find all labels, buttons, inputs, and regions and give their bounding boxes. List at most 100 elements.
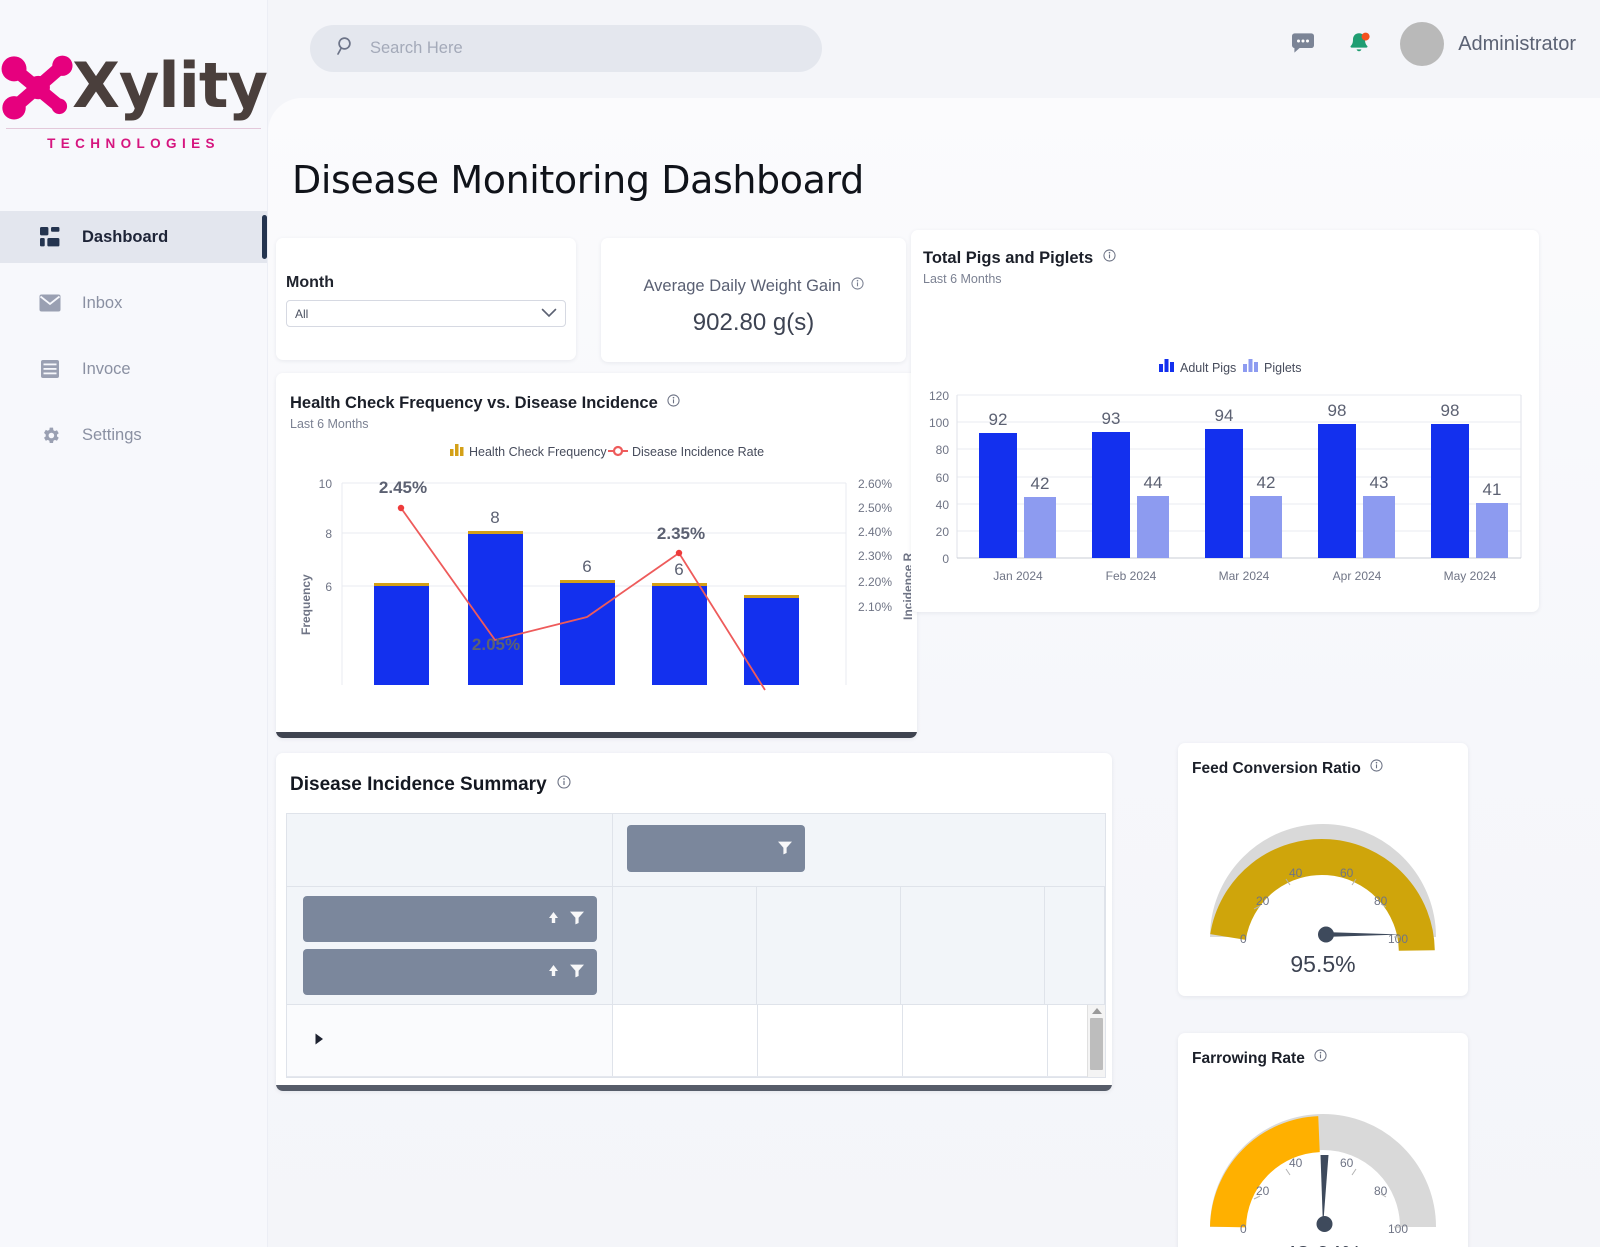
month-select[interactable]: All [286,300,566,327]
card-clip-edge [276,732,917,738]
main-content: Disease Monitoring Dashboard Month All A… [268,98,1600,1247]
info-icon[interactable] [1314,1049,1327,1067]
table-cell [903,1005,1048,1076]
legend-label-1: Piglets [1264,361,1302,375]
chevron-down-icon [541,305,557,323]
hc-y2tick-3: 2.30% [858,549,892,563]
tp-ytick-0: 0 [942,552,949,566]
scrollbar-thumb[interactable] [1090,1018,1103,1070]
page-title: Disease Monitoring Dashboard [292,158,864,202]
fcr-tick-60: 60 [1340,866,1354,880]
table-horizontal-scrollbar[interactable] [276,1085,1112,1091]
sidebar-item-label: Invoce [82,359,131,378]
filter-icon[interactable] [569,910,585,928]
topbar: Administrator [268,0,1600,98]
tp-ytick-60: 60 [936,471,950,485]
hc-line-label-3: 2.35% [657,524,705,543]
pivot-column-field-row [613,814,1105,887]
column-field-chip-month[interactable] [627,825,805,872]
month-select-value: All [295,306,309,321]
logo-divider [6,128,261,129]
hc-ytick-8: 8 [325,527,332,541]
sidebar-item-inbox[interactable]: Inbox [0,277,267,329]
gear-icon [38,423,62,447]
search-icon [336,36,356,61]
sidebar-item-dashboard[interactable]: Dashboard [0,211,267,263]
info-icon[interactable] [557,773,571,795]
hc-bars [374,531,799,685]
table-vertical-scrollbar[interactable] [1087,1005,1105,1077]
info-icon[interactable] [850,276,864,295]
summary-title-text: Disease Incidence Summary [290,774,547,795]
summary-title: Disease Incidence Summary [290,773,571,796]
sidebar-item-settings[interactable]: Settings [0,409,267,461]
legend-label-1: Disease Incidence Rate [632,445,764,459]
fcr-value: 95.5% [1290,951,1356,977]
row-field-chip-disease[interactable] [303,896,597,942]
row-field-chip-type-of-infection[interactable] [303,949,597,995]
total-pigs-title: Total Pigs and Piglets [923,248,1116,268]
search-bar[interactable] [310,25,822,72]
table-row-label[interactable] [287,1005,613,1076]
sidebar-item-invoce[interactable]: Invoce [0,343,267,395]
brand-tagline: TECHNOLOGIES [47,136,220,151]
avatar[interactable] [1400,22,1445,66]
sidebar: Xylity TECHNOLOGIES Dashboard Inbox Invo… [0,0,268,1247]
adg-label-text: Average Daily Weight Gain [643,277,841,295]
fcr-tick-20: 20 [1256,894,1270,908]
expand-triangle-icon[interactable] [315,1032,324,1049]
tp-xtick-2: Mar 2024 [1219,569,1270,583]
tp-bars [979,424,1508,558]
far-tick-20: 20 [1256,1184,1270,1198]
hc-ytick-6: 6 [325,580,332,594]
info-icon[interactable] [1103,248,1116,267]
brand-logo[interactable]: Xylity TECHNOLOGIES [0,0,268,153]
far-tick-80: 80 [1374,1184,1388,1198]
farrowing-needle [1316,1155,1333,1232]
filter-icon[interactable] [777,840,793,858]
table-column-header[interactable] [613,887,758,1004]
table-column-header[interactable] [757,887,902,1004]
health-check-chart: Health Check Frequency Disease Incidence… [299,444,915,691]
farrowing-value: 48.64% [1178,1241,1468,1247]
hc-y2tick-5: 2.10% [858,600,892,614]
legend-label-0: Adult Pigs [1180,361,1236,375]
tp-label-piglet-1: 44 [1144,473,1163,492]
chart-legend: Adult Pigs Piglets [1159,359,1302,375]
far-tick-60: 60 [1340,1156,1354,1170]
table-cell [613,1005,758,1076]
table-column-header[interactable] [901,887,1046,1004]
pivot-table [286,813,1106,1078]
search-input[interactable] [370,39,770,58]
chart-legend: Health Check Frequency Disease Incidence… [450,444,764,459]
topbar-actions: Administrator [1288,22,1576,66]
user-name: Administrator [1458,32,1576,55]
tp-label-piglet-2: 42 [1257,473,1276,492]
hc-y2tick-1: 2.50% [858,501,892,515]
legend-label-0: Health Check Frequency [469,445,607,459]
avg-daily-weight-gain-card: Average Daily Weight Gain 902.80 g(s) [601,238,906,362]
table-column-header[interactable] [1045,887,1105,1004]
chat-bubble-icon[interactable] [1288,29,1318,59]
hc-yaxis-title: Frequency [299,574,313,635]
fcr-tick-40: 40 [1289,866,1303,880]
filter-icon[interactable] [569,963,585,981]
far-tick-40: 40 [1289,1156,1303,1170]
brand-name: Xylity [72,49,268,122]
total-pigs-chart: Adult Pigs Piglets 120 100 80 60 40 20 0… [929,359,1522,583]
sort-asc-icon[interactable] [546,963,561,981]
farrowing-title-text: Farrowing Rate [1192,1050,1305,1067]
sort-asc-icon[interactable] [546,910,561,928]
scroll-up-arrow-icon[interactable] [1091,1008,1102,1014]
info-icon[interactable] [667,393,680,412]
tp-ytick-100: 100 [929,416,949,430]
info-icon[interactable] [1370,759,1383,777]
hc-y2tick-4: 2.20% [858,575,892,589]
fcr-title-text: Feed Conversion Ratio [1192,760,1361,777]
table-row[interactable] [287,1005,1105,1077]
bell-icon[interactable] [1344,29,1374,59]
envelope-icon [38,291,62,315]
fcr-tick-100: 100 [1388,932,1408,946]
hc-y2tick-2: 2.40% [858,525,892,539]
hc-bar-label-3: 6 [674,560,683,579]
